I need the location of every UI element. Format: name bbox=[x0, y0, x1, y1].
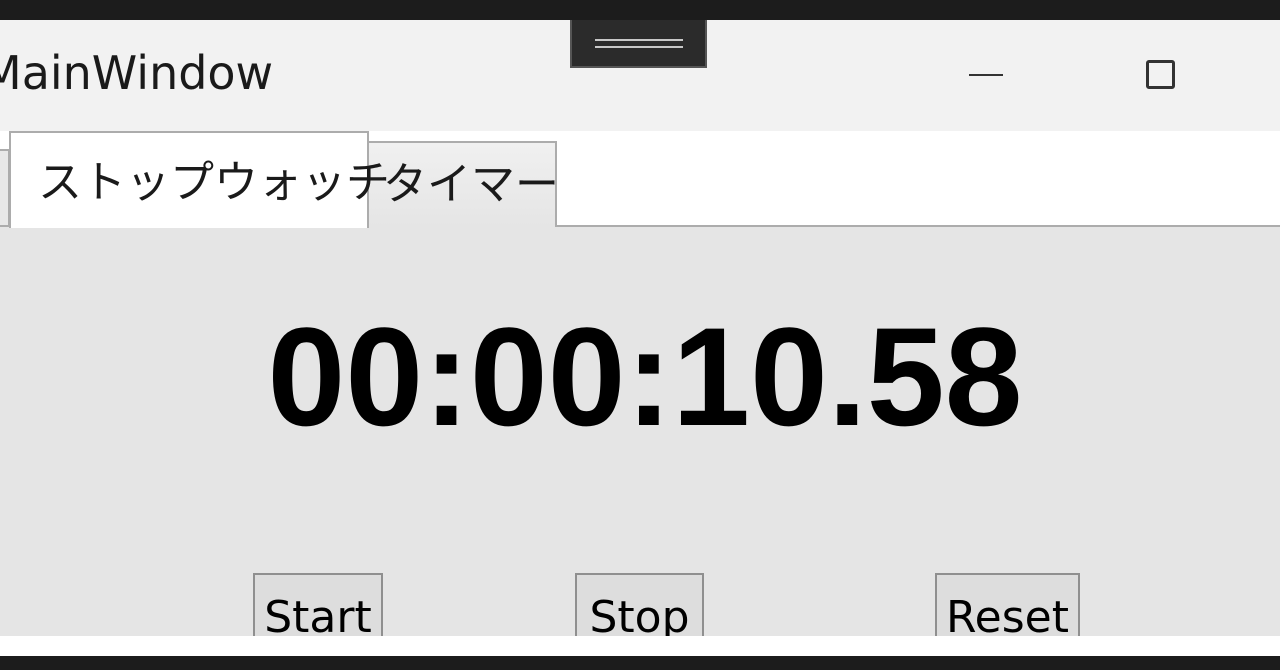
grip-line-icon bbox=[595, 39, 683, 41]
tab-timer-label: タイマー bbox=[383, 159, 559, 210]
grip-line-icon bbox=[595, 46, 683, 48]
tab-strip: ストップウォッチ タイマー bbox=[0, 131, 1280, 228]
drag-handle[interactable] bbox=[570, 20, 707, 68]
maximize-icon bbox=[1146, 60, 1175, 89]
stopwatch-panel: 00:00:10.58 Start Stop Reset bbox=[0, 227, 1280, 656]
title-bar[interactable]: MainWindow bbox=[0, 20, 1280, 131]
time-display: 00:00:10.58 bbox=[267, 298, 1023, 455]
maximize-button[interactable] bbox=[1114, 40, 1210, 110]
screen-frame: MainWindow ストップウォッチ タイマー 00:00:10.58 Sta… bbox=[0, 0, 1280, 670]
minimize-icon bbox=[969, 74, 1003, 76]
tab-stopwatch-label: ストップウォッチ bbox=[38, 157, 390, 208]
tab-timer[interactable]: タイマー bbox=[367, 141, 559, 227]
window-bottom-border bbox=[0, 636, 1280, 656]
minimize-button[interactable] bbox=[938, 40, 1034, 110]
main-window: MainWindow ストップウォッチ タイマー 00:00:10.58 Sta… bbox=[0, 20, 1280, 656]
tab-stopwatch[interactable]: ストップウォッチ bbox=[9, 131, 390, 228]
window-title: MainWindow bbox=[0, 46, 274, 100]
